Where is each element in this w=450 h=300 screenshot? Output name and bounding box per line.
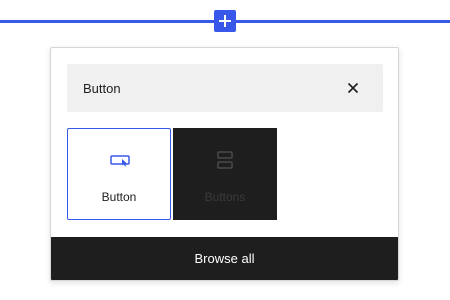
search-input[interactable]	[67, 64, 327, 112]
add-block-button[interactable]	[214, 10, 236, 32]
block-result-button[interactable]: Button	[67, 128, 171, 220]
editor-canvas: Button Buttons Browse all	[0, 0, 450, 300]
search-box	[67, 64, 383, 112]
browse-all-button[interactable]: Browse all	[51, 237, 398, 280]
button-icon	[108, 149, 132, 173]
clear-search-button[interactable]	[343, 78, 363, 98]
plus-icon	[214, 10, 236, 32]
block-result-label: Button	[101, 190, 137, 204]
block-inserter-popover: Button Buttons Browse all	[50, 47, 399, 281]
close-icon	[343, 78, 363, 98]
block-result-buttons[interactable]: Buttons	[173, 128, 277, 220]
buttons-icon	[213, 148, 237, 172]
block-result-label: Buttons	[204, 190, 246, 204]
